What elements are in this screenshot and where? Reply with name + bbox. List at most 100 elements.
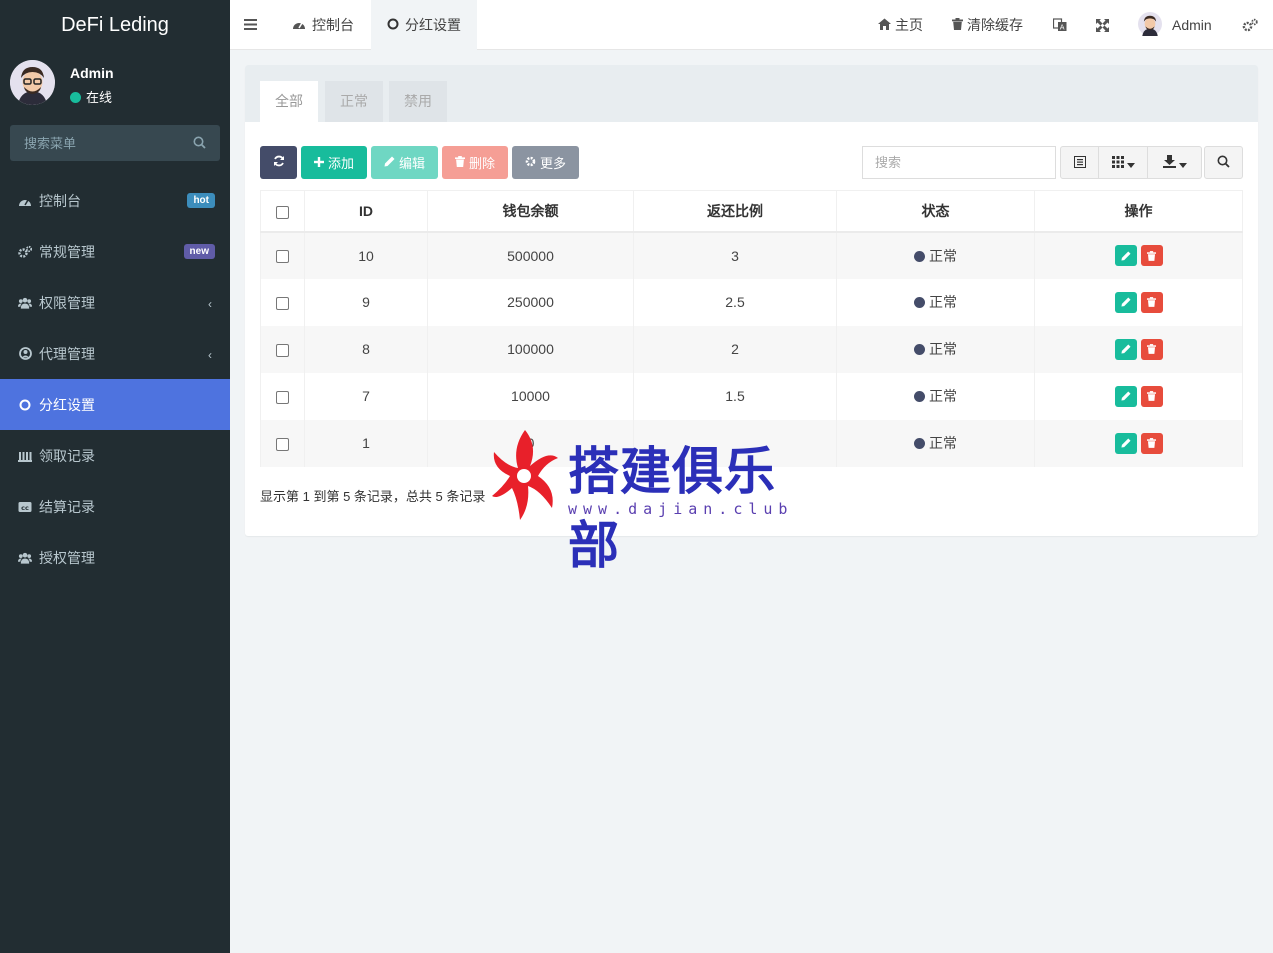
more-button[interactable]: 更多 (512, 146, 579, 179)
refresh-button[interactable] (260, 146, 297, 179)
sidebar-item-label: 权限管理 (39, 294, 95, 311)
row-checkbox[interactable] (276, 343, 289, 357)
sidebar-item-label: 结算记录 (39, 498, 95, 515)
status-dot-icon (914, 297, 925, 308)
delete-label: 删除 (468, 156, 495, 171)
row-edit-button[interactable] (1114, 385, 1137, 407)
toolbar: 添加 编辑 删除 更多 (260, 146, 579, 179)
row-edit-button[interactable] (1114, 338, 1137, 360)
trash-icon (1147, 250, 1156, 261)
tab-normal[interactable]: 正常 (325, 81, 383, 122)
cell-balance: 250000 (427, 278, 634, 326)
users-icon (18, 551, 32, 565)
settings-icon[interactable] (1242, 0, 1258, 50)
cell-ratio: 2 (633, 325, 837, 373)
grid-icon (1111, 155, 1124, 171)
trash-icon (1147, 391, 1156, 401)
row-select-cell (260, 372, 305, 420)
status-dot-icon (914, 344, 925, 355)
cell-id: 8 (304, 325, 428, 373)
cogs-icon (18, 245, 32, 259)
clear-cache-label: 清除缓存 (967, 17, 1023, 33)
sidebar-item-general[interactable]: 常规管理 new (0, 226, 230, 277)
row-edit-button[interactable] (1114, 432, 1137, 454)
dashboard-icon (18, 194, 32, 208)
watermark-url: www.dajian.club (568, 500, 794, 518)
sidebar-search (10, 125, 220, 161)
search-icon[interactable] (193, 136, 206, 152)
sidebar-item-claims[interactable]: 领取记录 (0, 430, 230, 481)
sidebar-search-input[interactable] (10, 125, 185, 161)
status-label: 正常 (929, 435, 957, 451)
chevron-left-icon: ‹ (208, 297, 212, 311)
pencil-icon (1120, 438, 1131, 448)
col-status[interactable]: 状态 (836, 190, 1035, 233)
row-delete-button[interactable] (1140, 338, 1163, 360)
pencil-icon (1120, 250, 1131, 261)
row-checkbox[interactable] (276, 390, 289, 404)
table-search-input[interactable] (863, 147, 1055, 178)
sidebar-item-agents[interactable]: 代理管理 ‹ (0, 328, 230, 379)
cell-ratio: 3 (633, 231, 837, 279)
row-delete-button[interactable] (1140, 385, 1163, 407)
col-balance[interactable]: 钱包余额 (427, 190, 634, 233)
home-link[interactable]: 主页 (878, 0, 923, 50)
chevron-left-icon: ‹ (208, 348, 212, 362)
menu-toggle-icon[interactable] (244, 17, 257, 34)
tab-dividend-settings[interactable]: 分红设置 (371, 0, 477, 50)
tab-dashboard[interactable]: 控制台 (276, 0, 370, 50)
user-status-label: 在线 (86, 90, 113, 105)
sidebar-item-permissions[interactable]: 权限管理 ‹ (0, 277, 230, 328)
cell-actions (1034, 419, 1243, 467)
watermark: 搭建俱乐部 www.dajian.club (490, 428, 794, 576)
col-actions: 操作 (1034, 190, 1243, 233)
export-dropdown[interactable] (1147, 146, 1202, 179)
col-id[interactable]: ID (304, 190, 428, 233)
tab-label: 控制台 (312, 17, 354, 33)
filter-tabs: 全部 正常 禁用 (245, 65, 1258, 122)
col-ratio[interactable]: 返还比例 (633, 190, 837, 233)
home-label: 主页 (895, 17, 923, 33)
list-icon (18, 449, 32, 463)
select-all-checkbox[interactable] (276, 205, 289, 219)
row-delete-button[interactable] (1140, 245, 1163, 266)
svg-text:A: A (1060, 24, 1065, 32)
sidebar-item-authorization[interactable]: 授权管理 (0, 532, 230, 583)
app-title[interactable]: DeFi Leding (0, 0, 230, 50)
edit-button[interactable]: 编辑 (371, 146, 438, 179)
row-edit-button[interactable] (1114, 245, 1137, 266)
row-checkbox[interactable] (276, 296, 289, 310)
cell-balance: 500000 (427, 231, 634, 279)
sidebar-item-dividend[interactable]: 分红设置 (0, 379, 230, 430)
home-icon (878, 17, 891, 33)
row-select-cell (260, 231, 305, 279)
row-checkbox[interactable] (276, 250, 289, 264)
pencil-icon (384, 155, 395, 170)
sidebar-item-label: 控制台 (39, 192, 81, 209)
add-button[interactable]: 添加 (301, 146, 367, 179)
row-delete-button[interactable] (1140, 291, 1163, 313)
sidebar-item-dashboard[interactable]: 控制台 hot (0, 175, 230, 226)
pencil-icon (1120, 344, 1131, 354)
row-delete-button[interactable] (1140, 432, 1163, 454)
search-button[interactable] (1204, 146, 1243, 179)
row-checkbox[interactable] (276, 437, 289, 451)
plus-icon (313, 155, 324, 170)
cell-actions (1034, 325, 1243, 373)
user-menu[interactable]: Admin (1138, 0, 1212, 50)
sidebar-item-settlement[interactable]: cc 结算记录 (0, 481, 230, 532)
row-edit-button[interactable] (1114, 291, 1137, 313)
delete-button[interactable]: 删除 (442, 146, 508, 179)
cell-actions (1034, 231, 1243, 279)
fullscreen-icon[interactable] (1096, 0, 1109, 50)
tab-disabled[interactable]: 禁用 (389, 81, 447, 122)
row-select-cell (260, 419, 305, 467)
toggle-view-button[interactable] (1060, 146, 1099, 179)
new-badge: new (183, 244, 215, 259)
table-tools (1060, 146, 1202, 179)
columns-dropdown[interactable] (1098, 146, 1148, 179)
tab-all[interactable]: 全部 (260, 81, 318, 122)
language-icon[interactable]: A (1053, 0, 1067, 50)
clear-cache-button[interactable]: 清除缓存 (952, 0, 1023, 50)
status-dot-icon (914, 250, 925, 262)
